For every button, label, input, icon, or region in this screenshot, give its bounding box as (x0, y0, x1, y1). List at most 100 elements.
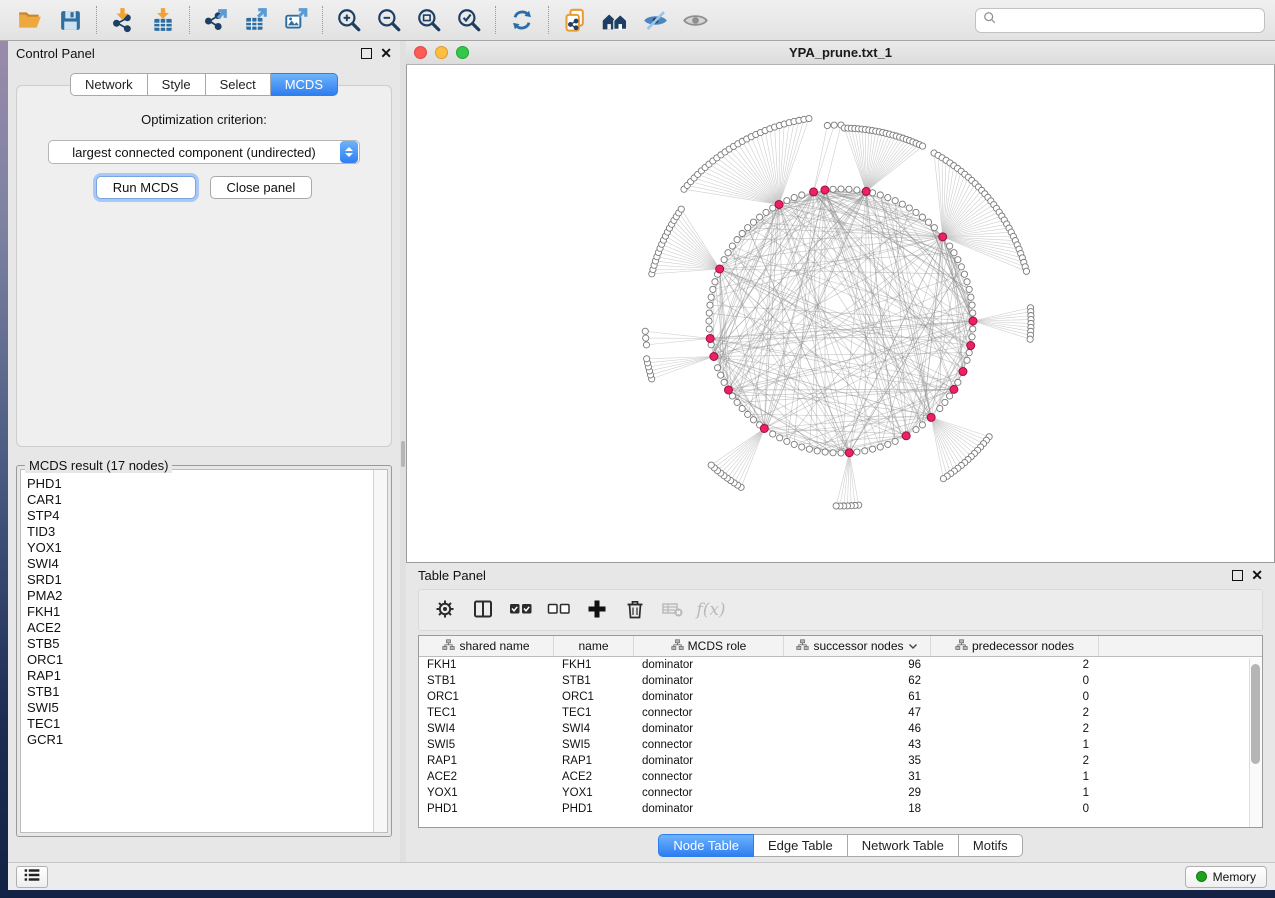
tab-node-table[interactable]: Node Table (658, 834, 754, 857)
network-node[interactable] (830, 186, 836, 192)
mcds-result-item[interactable]: FKH1 (27, 604, 373, 620)
table-row[interactable]: TEC1TEC1connector472 (419, 705, 1262, 721)
network-node[interactable] (966, 286, 972, 292)
table-row[interactable]: ACE2ACE2connector311 (419, 769, 1262, 785)
mcds-result-item[interactable]: YOX1 (27, 540, 373, 556)
column-header-successor-nodes[interactable]: successor nodes (784, 636, 931, 656)
network-hub-node[interactable] (927, 413, 935, 421)
delete-table-button[interactable] (655, 593, 691, 627)
network-hub-node[interactable] (775, 200, 783, 208)
network-node[interactable] (831, 122, 837, 128)
column-header-name[interactable]: name (554, 636, 634, 656)
network-node[interactable] (966, 349, 972, 355)
save-session-button[interactable] (50, 2, 90, 38)
network-node[interactable] (885, 441, 891, 447)
network-node[interactable] (712, 279, 718, 285)
network-node[interactable] (854, 449, 860, 455)
import-table-button[interactable] (143, 2, 183, 38)
table-row[interactable]: RAP1RAP1dominator352 (419, 753, 1262, 769)
mcds-result-item[interactable]: SRD1 (27, 572, 373, 588)
export-network-button[interactable] (196, 2, 236, 38)
network-node[interactable] (964, 279, 970, 285)
network-node[interactable] (729, 243, 735, 249)
network-node[interactable] (710, 286, 716, 292)
network-node[interactable] (830, 450, 836, 456)
network-node[interactable] (814, 448, 820, 454)
network-node[interactable] (750, 219, 756, 225)
select-all-rows-button[interactable] (503, 593, 539, 627)
tab-network[interactable]: Network (70, 73, 148, 96)
mcds-result-item[interactable]: ORC1 (27, 652, 373, 668)
network-hub-node[interactable] (959, 368, 967, 376)
create-column-button[interactable] (579, 593, 615, 627)
network-node[interactable] (869, 446, 875, 452)
network-node[interactable] (734, 399, 740, 405)
network-node[interactable] (838, 450, 844, 456)
network-node[interactable] (925, 219, 931, 225)
network-node[interactable] (750, 417, 756, 423)
network-node[interactable] (970, 326, 976, 332)
zoom-selected-button[interactable] (449, 2, 489, 38)
network-node[interactable] (734, 236, 740, 242)
mcds-result-item[interactable]: STP4 (27, 508, 373, 524)
network-node[interactable] (784, 438, 790, 444)
network-node[interactable] (721, 257, 727, 263)
network-node[interactable] (970, 310, 976, 316)
network-node[interactable] (707, 302, 713, 308)
function-builder-button[interactable]: f(x) (693, 593, 729, 627)
network-node[interactable] (756, 214, 762, 220)
network-node[interactable] (838, 186, 844, 192)
network-hub-node[interactable] (862, 187, 870, 195)
tab-style[interactable]: Style (148, 73, 206, 96)
network-node[interactable] (643, 342, 649, 348)
network-node[interactable] (931, 225, 937, 231)
network-node[interactable] (1023, 268, 1029, 274)
tab-mcds[interactable]: MCDS (271, 73, 338, 96)
export-table-button[interactable] (236, 2, 276, 38)
homes-button[interactable] (595, 2, 635, 38)
network-node[interactable] (947, 393, 953, 399)
network-hub-node[interactable] (706, 334, 714, 342)
network-node[interactable] (958, 264, 964, 270)
table-scrollbar[interactable] (1249, 658, 1262, 827)
tab-motifs[interactable]: Motifs (959, 834, 1023, 857)
network-node[interactable] (806, 446, 812, 452)
network-node[interactable] (708, 294, 714, 300)
open-file-button[interactable] (10, 2, 50, 38)
network-node[interactable] (862, 448, 868, 454)
network-node[interactable] (942, 399, 948, 405)
close-panel-icon[interactable]: ✕ (380, 48, 392, 59)
network-node[interactable] (937, 405, 943, 411)
table-row[interactable]: SWI4SWI4dominator462 (419, 721, 1262, 737)
network-node[interactable] (725, 250, 731, 256)
network-hub-node[interactable] (969, 317, 977, 325)
network-hub-node[interactable] (967, 342, 975, 350)
network-node[interactable] (964, 357, 970, 363)
network-node[interactable] (745, 411, 751, 417)
network-node[interactable] (714, 365, 720, 371)
task-history-button[interactable] (16, 866, 48, 888)
table-row[interactable]: ORC1ORC1dominator610 (419, 689, 1262, 705)
mcds-result-item[interactable]: GCR1 (27, 732, 373, 748)
network-node[interactable] (854, 187, 860, 193)
network-node[interactable] (706, 318, 712, 324)
show-all-button[interactable] (675, 2, 715, 38)
network-node[interactable] (799, 444, 805, 450)
table-row[interactable]: FKH1FKH1dominator962 (419, 657, 1262, 673)
optimization-criterion-select[interactable]: largest connected component (undirected) (48, 140, 360, 164)
network-hub-node[interactable] (710, 352, 718, 360)
import-network-button[interactable] (103, 2, 143, 38)
network-node[interactable] (721, 379, 727, 385)
mcds-result-item[interactable]: CAR1 (27, 492, 373, 508)
network-node[interactable] (969, 302, 975, 308)
table-settings-button[interactable] (427, 593, 463, 627)
network-node[interactable] (913, 427, 919, 433)
network-canvas[interactable] (406, 65, 1275, 563)
network-node[interactable] (968, 294, 974, 300)
network-node[interactable] (846, 186, 852, 192)
show-column-panel-button[interactable] (465, 593, 501, 627)
column-header-MCDS-role[interactable]: MCDS role (634, 636, 784, 656)
float-panel-icon[interactable] (361, 48, 372, 59)
column-header-predecessor-nodes[interactable]: predecessor nodes (931, 636, 1099, 656)
mcds-result-item[interactable]: SWI4 (27, 556, 373, 572)
